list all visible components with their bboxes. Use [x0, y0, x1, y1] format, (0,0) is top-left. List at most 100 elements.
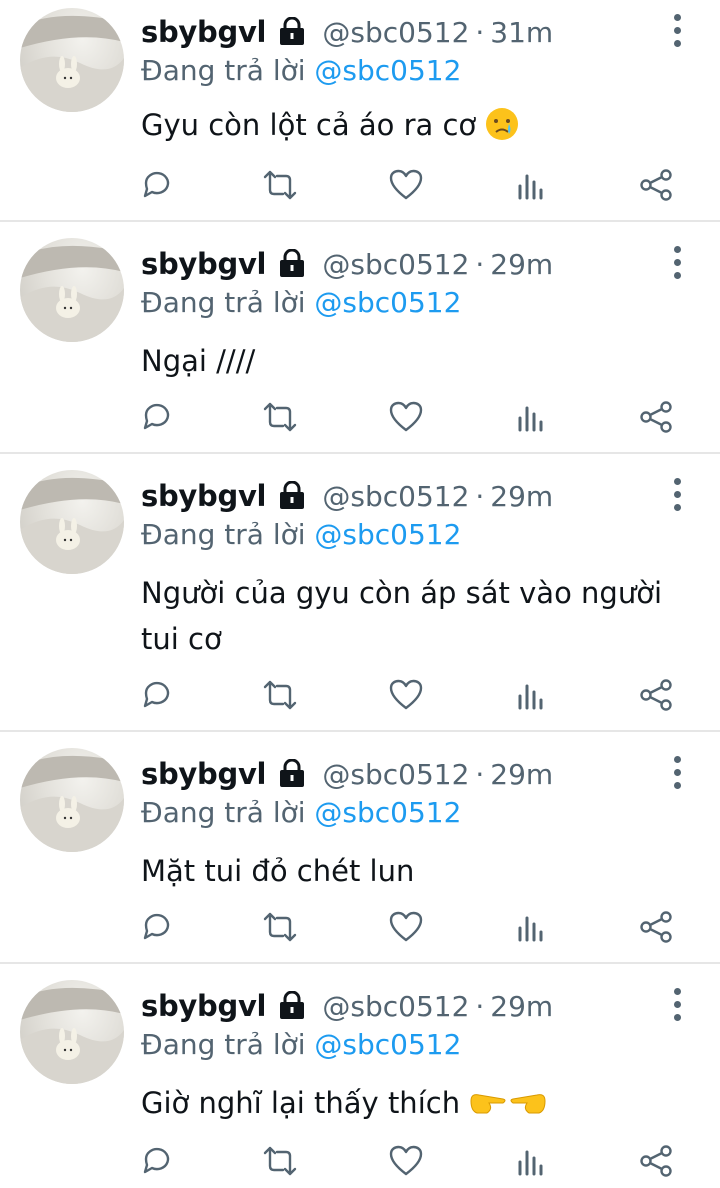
bunny-plush-photo [20, 477, 124, 574]
views-chart-icon[interactable] [514, 910, 550, 946]
separator: · [475, 990, 485, 1023]
bunny-plush-photo [20, 245, 124, 342]
tweet-text: Gyu còn lột cả áo ra cơ [141, 102, 681, 154]
timestamp[interactable]: 29m [490, 990, 553, 1023]
separator: · [475, 758, 485, 791]
replying-to: Đang trả lời @sbc0512 [141, 52, 461, 90]
timestamp[interactable]: 29m [490, 248, 553, 281]
tweet[interactable]: sbybgvl @sbc0512 · 29m Đang trả lời @sbc05… [0, 454, 720, 732]
reply-icon[interactable] [140, 400, 176, 436]
pointing-fingers-emoji [469, 1086, 547, 1132]
retweet-icon[interactable] [262, 910, 298, 946]
reply-mention-link[interactable]: @sbc0512 [314, 286, 461, 319]
tweet-text-content: Gyu còn lột cả áo ra cơ [141, 108, 477, 142]
more-vertical-icon[interactable] [668, 478, 688, 512]
views-chart-icon[interactable] [514, 400, 550, 436]
more-vertical-icon[interactable] [668, 14, 688, 48]
replying-to: Đang trả lời @sbc0512 [141, 1026, 461, 1064]
crying-face-emoji [485, 107, 519, 154]
timestamp[interactable]: 31m [490, 16, 553, 49]
more-vertical-icon[interactable] [668, 756, 688, 790]
separator: · [475, 480, 485, 513]
tweet-actions [0, 400, 720, 440]
avatar[interactable] [20, 238, 124, 342]
tweet-text: Giờ nghĩ lại thấy thích [141, 1080, 681, 1132]
share-icon[interactable] [638, 910, 674, 946]
user-handle[interactable]: @sbc0512 [322, 758, 469, 791]
tweet-text-content: Giờ nghĩ lại thấy thích [141, 1086, 461, 1120]
user-handle[interactable]: @sbc0512 [322, 16, 469, 49]
tweet-header: sbybgvl @sbc0512 · 29m [141, 986, 553, 1026]
tweet-text-content: Người của gyu còn áp sát vào người tui c… [141, 576, 662, 656]
user-handle[interactable]: @sbc0512 [322, 248, 469, 281]
avatar[interactable] [20, 8, 124, 112]
reply-mention-link[interactable]: @sbc0512 [314, 796, 461, 829]
replying-to: Đang trả lời @sbc0512 [141, 284, 461, 322]
display-name[interactable]: sbybgvl [141, 757, 266, 791]
share-icon[interactable] [638, 400, 674, 436]
user-handle[interactable]: @sbc0512 [322, 480, 469, 513]
tweet[interactable]: sbybgvl @sbc0512 · 29m Đang trả lời @sbc05… [0, 732, 720, 964]
tweet-actions [0, 1144, 720, 1184]
avatar[interactable] [20, 470, 124, 574]
tweet-header: sbybgvl @sbc0512 · 29m [141, 244, 553, 284]
avatar[interactable] [20, 980, 124, 1084]
tweet-header: sbybgvl @sbc0512 · 29m [141, 754, 553, 794]
heart-icon[interactable] [388, 400, 424, 436]
reply-icon[interactable] [140, 678, 176, 714]
display-name[interactable]: sbybgvl [141, 479, 266, 513]
tweet[interactable]: sbybgvl @sbc0512 · 31m Đang trả lời @sbc05… [0, 0, 720, 222]
tweet-text: Ngại //// [141, 338, 681, 384]
share-icon[interactable] [638, 678, 674, 714]
reply-icon[interactable] [140, 1144, 176, 1180]
replying-to: Đang trả lời @sbc0512 [141, 516, 461, 554]
tweet-header: sbybgvl @sbc0512 · 31m [141, 12, 553, 52]
tweet-actions [0, 168, 720, 208]
timestamp[interactable]: 29m [490, 480, 553, 513]
tweet-actions [0, 910, 720, 950]
tweet-text: Người của gyu còn áp sát vào người tui c… [141, 570, 681, 662]
retweet-icon[interactable] [262, 678, 298, 714]
reply-mention-link[interactable]: @sbc0512 [314, 54, 461, 87]
more-vertical-icon[interactable] [668, 988, 688, 1022]
bunny-plush-photo [20, 15, 124, 112]
tweet-actions [0, 678, 720, 718]
bunny-plush-photo [20, 755, 124, 852]
separator: · [475, 248, 485, 281]
views-chart-icon[interactable] [514, 1144, 550, 1180]
separator: · [475, 16, 485, 49]
display-name[interactable]: sbybgvl [141, 247, 266, 281]
bunny-plush-photo [20, 987, 124, 1084]
views-chart-icon[interactable] [514, 678, 550, 714]
more-vertical-icon[interactable] [668, 246, 688, 280]
reply-mention-link[interactable]: @sbc0512 [314, 518, 461, 551]
views-chart-icon[interactable] [514, 168, 550, 204]
reply-prefix: Đang trả lời [141, 54, 306, 87]
tweet[interactable]: sbybgvl @sbc0512 · 29m Đang trả lời @sbc05… [0, 964, 720, 1188]
display-name[interactable]: sbybgvl [141, 15, 266, 49]
timestamp[interactable]: 29m [490, 758, 553, 791]
share-icon[interactable] [638, 168, 674, 204]
avatar[interactable] [20, 748, 124, 852]
tweet-header: sbybgvl @sbc0512 · 29m [141, 476, 553, 516]
reply-mention-link[interactable]: @sbc0512 [314, 1028, 461, 1061]
reply-icon[interactable] [140, 910, 176, 946]
share-icon[interactable] [638, 1144, 674, 1180]
retweet-icon[interactable] [262, 168, 298, 204]
reply-icon[interactable] [140, 168, 176, 204]
heart-icon[interactable] [388, 168, 424, 204]
reply-prefix: Đang trả lời [141, 1028, 306, 1061]
tweet[interactable]: sbybgvl @sbc0512 · 29m Đang trả lời @sbc05… [0, 222, 720, 454]
user-handle[interactable]: @sbc0512 [322, 990, 469, 1023]
heart-icon[interactable] [388, 910, 424, 946]
heart-icon[interactable] [388, 1144, 424, 1180]
retweet-icon[interactable] [262, 400, 298, 436]
reply-prefix: Đang trả lời [141, 286, 306, 319]
tweet-text-content: Mặt tui đỏ chét lun [141, 854, 415, 888]
retweet-icon[interactable] [262, 1144, 298, 1180]
display-name[interactable]: sbybgvl [141, 989, 266, 1023]
tweet-text-content: Ngại //// [141, 344, 256, 378]
reply-prefix: Đang trả lời [141, 796, 306, 829]
heart-icon[interactable] [388, 678, 424, 714]
reply-prefix: Đang trả lời [141, 518, 306, 551]
